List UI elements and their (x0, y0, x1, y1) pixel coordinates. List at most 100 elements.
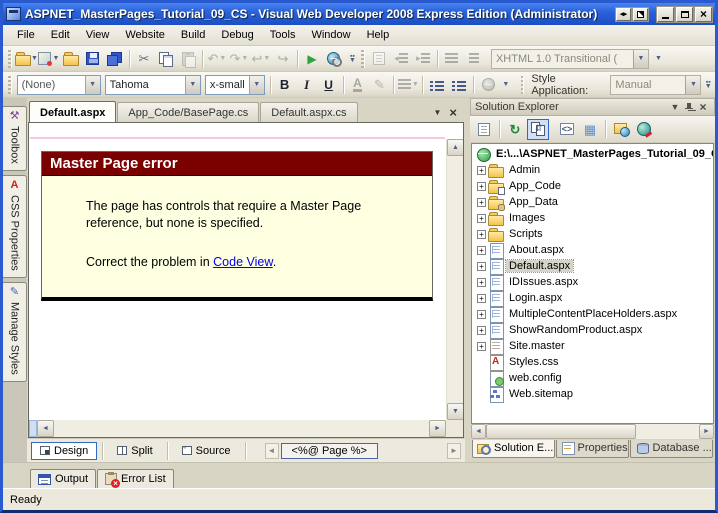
doc-tab-close-button[interactable]: × (449, 106, 457, 119)
scroll-left-button[interactable]: ◄ (471, 424, 486, 439)
style-application-select[interactable]: Manual ▼ (610, 74, 702, 95)
start-debugging-button[interactable]: ▶ (301, 48, 323, 70)
minimize-button[interactable] (657, 6, 674, 22)
paste-button[interactable] (177, 48, 199, 70)
cut-button[interactable]: ✂ (133, 48, 155, 70)
expand-icon[interactable]: + (477, 277, 486, 287)
view-in-browser-button[interactable] (323, 48, 345, 70)
tag-nav-left-button[interactable]: ◄ (264, 442, 279, 459)
tree-item-multiplecontentplaceholders-aspx[interactable]: + MultipleContentPlaceHolders.aspx (472, 306, 713, 323)
copy-button[interactable] (155, 48, 177, 70)
toolbar-grip[interactable] (8, 49, 12, 68)
increase-indent-button[interactable]: ▸ (412, 48, 434, 70)
tab-database-explorer[interactable]: Database ... (630, 440, 713, 458)
menu-view[interactable]: View (78, 26, 118, 44)
add-new-item-button[interactable]: ▼ (38, 48, 60, 70)
close-button[interactable]: × (695, 6, 712, 22)
copy-web-site-button[interactable] (610, 119, 632, 140)
text-color-button[interactable]: A (346, 74, 368, 96)
font-family-select[interactable]: Tahoma ▼ (104, 74, 201, 95)
menu-edit[interactable]: Edit (43, 26, 78, 44)
source-view-button[interactable]: Source (173, 442, 240, 460)
bold-button[interactable]: B (274, 74, 296, 96)
expand-icon[interactable]: + (477, 213, 486, 223)
editor-horizontal-scrollbar[interactable]: ◄ ► (29, 420, 446, 437)
toolbar-grip[interactable] (520, 75, 525, 94)
redo-button[interactable]: ↷ ▼ (228, 48, 250, 70)
new-website-button[interactable]: ▼ (15, 48, 38, 70)
doc-tab-default-aspx-cs[interactable]: Default.aspx.cs (260, 102, 358, 122)
member-list-button[interactable] (368, 48, 390, 70)
menu-tools[interactable]: Tools (262, 26, 304, 44)
scroll-left-button[interactable]: ◄ (37, 420, 54, 437)
target-rule-select[interactable]: (None) ▼ (16, 74, 101, 95)
tab-toolbox[interactable]: ⚒ Toolbox (3, 106, 27, 171)
toolbar-overflow-button[interactable]: ▼ (653, 48, 664, 70)
expand-icon[interactable]: + (477, 309, 486, 319)
detach-window-button[interactable] (633, 7, 648, 21)
tree-item-admin[interactable]: + Admin (472, 162, 713, 178)
navigate-forward-button[interactable]: ↪ (272, 48, 294, 70)
doc-tab-default-aspx[interactable]: Default.aspx (29, 101, 117, 122)
scroll-down-button[interactable]: ▼ (447, 403, 463, 420)
save-button[interactable] (82, 48, 104, 70)
toolbar-overflow-button[interactable]: ▪▪ ▼ (703, 74, 713, 96)
menu-debug[interactable]: Debug (213, 26, 261, 44)
aspnet-configuration-button[interactable] (633, 119, 655, 140)
pin-button[interactable] (682, 102, 696, 113)
expand-icon[interactable]: + (477, 229, 486, 239)
menu-build[interactable]: Build (173, 26, 213, 44)
tab-output[interactable]: Output (30, 469, 97, 488)
tree-item-showrandomproduct-aspx[interactable]: + ShowRandomProduct.aspx (472, 322, 713, 339)
maximize-button[interactable] (676, 6, 693, 22)
toolbar-overflow-button[interactable]: ▼ (501, 74, 511, 96)
code-view-link[interactable]: Code View (213, 255, 273, 269)
hyperlink-button[interactable] (477, 74, 499, 96)
expand-icon[interactable]: + (477, 165, 486, 175)
expand-icon[interactable]: + (477, 181, 486, 191)
title-bar[interactable]: ASPNET_MasterPages_Tutorial_09_CS - Visu… (3, 3, 715, 25)
tag-nav-right-button[interactable]: ► (447, 442, 461, 459)
view-code-button[interactable]: <> (556, 119, 578, 140)
alignment-button[interactable]: ▼ (397, 74, 419, 96)
tree-item-styles-css[interactable]: Styles.css (472, 354, 713, 371)
navigate-backward-button[interactable]: ↩ ▼ (250, 48, 272, 70)
toolbar-grip[interactable] (8, 75, 12, 94)
toolbar-overflow-button[interactable]: ▪▪ ▼ (347, 48, 358, 70)
scrollbar-track[interactable] (54, 420, 429, 437)
tab-solution-explorer[interactable]: Solution E... (472, 440, 555, 458)
page-directive-tag-button[interactable]: <%@ Page %> (280, 442, 378, 459)
font-size-select[interactable]: x-small ▼ (204, 74, 265, 95)
solution-tree[interactable]: E:\...\ASPNET_MasterPages_Tutorial_09_CS… (471, 143, 714, 424)
undo-button[interactable]: ↶ ▼ (206, 48, 228, 70)
tree-item-site-master[interactable]: + Site.master (472, 338, 713, 355)
tree-item-app-data[interactable]: + App_Data (472, 194, 713, 211)
expand-icon[interactable]: + (477, 293, 486, 303)
italic-button[interactable]: I (296, 74, 318, 96)
tab-manage-styles[interactable]: ✎ Manage Styles (3, 281, 27, 382)
design-view-button[interactable]: Design (31, 441, 98, 460)
tree-item-default-aspx[interactable]: + Default.aspx (472, 258, 713, 275)
scroll-up-button[interactable]: ▲ (447, 139, 463, 156)
panel-menu-button[interactable]: ▼ (668, 102, 682, 112)
tree-horizontal-scrollbar[interactable]: ◄ ► (471, 424, 714, 439)
tab-css-properties[interactable]: A CSS Properties (3, 174, 27, 278)
nest-related-files-button[interactable]: ⇵ (527, 118, 549, 140)
scrollbar-track[interactable] (636, 424, 699, 439)
doc-tab-list-button[interactable]: ▼ (433, 109, 441, 117)
restore-arrows-button[interactable]: ◂▸ (616, 7, 631, 21)
tree-item-web-config[interactable]: web.config (472, 370, 713, 387)
refresh-button[interactable]: ↻ (504, 119, 526, 140)
uncomment-lines-button[interactable] (463, 48, 485, 70)
expand-icon[interactable]: + (477, 245, 486, 255)
save-all-button[interactable] (104, 48, 126, 70)
design-surface[interactable]: Master Page error The page has controls … (28, 122, 464, 438)
open-file-button[interactable] (60, 48, 82, 70)
solution-explorer-header[interactable]: Solution Explorer ▼ × (470, 98, 715, 116)
view-designer-button[interactable]: ▦ (579, 119, 601, 140)
tab-properties[interactable]: Properties (555, 440, 630, 458)
menu-website[interactable]: Website (117, 26, 173, 44)
panel-close-button[interactable]: × (696, 100, 710, 114)
scrollbar-thumb[interactable] (486, 424, 636, 439)
menu-file[interactable]: File (9, 26, 43, 44)
